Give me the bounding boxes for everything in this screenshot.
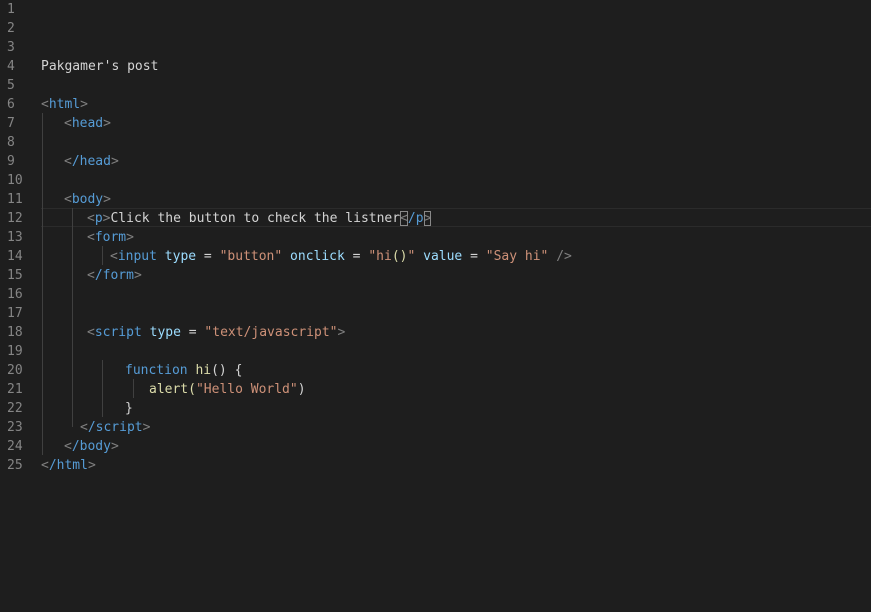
head-close-tag: /head xyxy=(71,154,111,169)
html-close-tag: /html xyxy=(48,458,88,473)
paragraph-text: Click the button to check the listner xyxy=(110,211,401,226)
script-type-value: "text/javascript" xyxy=(204,325,338,340)
head-open-tag: head xyxy=(71,116,104,131)
function-name: hi xyxy=(195,363,212,378)
code-line-25[interactable]: </html> xyxy=(41,456,871,475)
code-line-12[interactable]: <p>Click the button to check the listner… xyxy=(87,209,871,228)
form-open-tag: form xyxy=(94,230,127,245)
alert-string: "Hello World" xyxy=(195,382,298,397)
line-number: 24 xyxy=(7,439,23,454)
script-open-tag: script xyxy=(94,325,142,340)
indent-guide xyxy=(133,379,134,398)
line-number: 18 xyxy=(7,325,23,340)
code-line-20[interactable]: function hi() { xyxy=(125,361,871,380)
code-line-14[interactable]: <input type = "button" onclick = "hi()" … xyxy=(110,247,871,266)
line-number: 12 xyxy=(7,211,23,226)
line-number: 9 xyxy=(7,154,15,169)
line-number: 8 xyxy=(7,135,15,150)
function-keyword: function xyxy=(125,363,188,378)
p-close-tag: /p xyxy=(407,211,424,226)
code-line-4[interactable]: Pakgamer's post xyxy=(41,57,871,76)
script-close-tag: /script xyxy=(87,420,143,435)
line-number: 16 xyxy=(7,287,23,302)
line-number: 13 xyxy=(7,230,23,245)
line-number: 20 xyxy=(7,363,23,378)
indent-guide xyxy=(42,113,43,455)
body-close-tag: /body xyxy=(71,439,111,454)
line-number: 3 xyxy=(7,40,15,55)
code-line-9[interactable]: </head> xyxy=(64,152,871,171)
line-number: 1 xyxy=(7,2,15,17)
line-number: 19 xyxy=(7,344,23,359)
value-string: "Say hi" xyxy=(485,249,549,264)
line-number: 10 xyxy=(7,173,23,188)
code-line-23[interactable]: </script> xyxy=(80,418,871,437)
indent-guide xyxy=(102,246,103,265)
value-attribute: value xyxy=(423,249,463,264)
line-number: 23 xyxy=(7,420,23,435)
code-line-11[interactable]: <body> xyxy=(64,190,871,209)
form-close-tag: /form xyxy=(94,268,134,283)
line-number: 6 xyxy=(7,97,15,112)
indent-guide xyxy=(72,208,73,427)
line-number: 22 xyxy=(7,401,23,416)
code-line-15[interactable]: </form> xyxy=(87,266,871,285)
line-number: 4 xyxy=(7,59,15,74)
code-line-22[interactable]: } xyxy=(125,399,871,418)
post-title: Pakgamer's post xyxy=(41,59,159,74)
code-line-24[interactable]: </body> xyxy=(64,437,871,456)
type-attribute: type xyxy=(164,249,197,264)
line-number: 2 xyxy=(7,21,15,36)
line-number-gutter: 1 2 3 4 5 6 7 8 9 10 11 12 13 14 15 16 1… xyxy=(0,0,30,612)
code-line-18[interactable]: <script type = "text/javascript"> xyxy=(87,323,871,342)
code-line-6[interactable]: <html> xyxy=(41,95,871,114)
code-line-13[interactable]: <form> xyxy=(87,228,871,247)
code-editor[interactable]: 1 2 3 4 5 6 7 8 9 10 11 12 13 14 15 16 1… xyxy=(0,0,871,612)
code-line-7[interactable]: <head> xyxy=(64,114,871,133)
indent-guide xyxy=(102,360,103,417)
line-number: 25 xyxy=(7,458,23,473)
input-tag: input xyxy=(117,249,157,264)
line-number: 5 xyxy=(7,78,15,93)
p-open-tag: p xyxy=(94,211,103,226)
onclick-attribute: onclick xyxy=(290,249,345,264)
html-open-tag: html xyxy=(48,97,81,112)
body-open-tag: body xyxy=(71,192,104,207)
line-number: 7 xyxy=(7,116,15,131)
code-line-21[interactable]: alert("Hello World") xyxy=(149,380,871,399)
line-number: 14 xyxy=(7,249,23,264)
line-number: 15 xyxy=(7,268,23,283)
type-value: "button" xyxy=(219,249,283,264)
line-number: 17 xyxy=(7,306,23,321)
line-number: 21 xyxy=(7,382,23,397)
line-number: 11 xyxy=(7,192,23,207)
